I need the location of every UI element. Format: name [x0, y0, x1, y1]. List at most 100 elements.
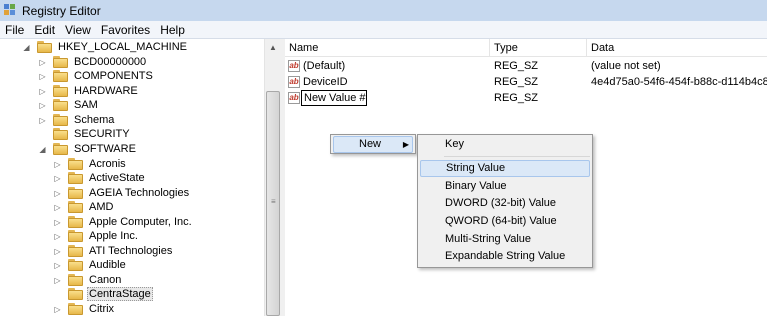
tree-item-label: BCD00000000 [74, 56, 147, 68]
submenu-item-label: Expandable String Value [445, 250, 566, 262]
tree-item-citrix[interactable]: ▷ Citrix [53, 301, 116, 316]
submenu-item-label: Binary Value [445, 180, 507, 192]
submenu-item-label: Key [445, 138, 464, 150]
tree-item-activestate[interactable]: ▷ ActiveState [53, 170, 147, 186]
window-title: Registry Editor [22, 3, 101, 18]
folder-icon [53, 56, 68, 68]
value-name: (Default) [303, 60, 346, 72]
folder-icon [53, 85, 68, 97]
value-type: REG_SZ [494, 76, 539, 88]
new-submenu: Key String Value Binary Value DWORD (32-… [417, 134, 593, 268]
submenu-item-label: String Value [446, 162, 506, 174]
submenu-item-label: DWORD (32-bit) Value [445, 197, 557, 209]
context-menu-new-label: New [359, 138, 382, 150]
expand-arrow-icon[interactable]: ▷ [53, 228, 62, 244]
column-header-data[interactable]: Data [587, 39, 767, 57]
menu-separator [444, 156, 590, 157]
submenu-arrow-icon: ▶ [402, 140, 409, 149]
grip-icon: ≡ [271, 197, 276, 206]
list-row[interactable]: ab (Default) REG_SZ (value not set) [285, 58, 767, 74]
string-value-icon: ab [288, 60, 300, 72]
menu-view[interactable]: View [60, 23, 96, 37]
tree-item-audible[interactable]: ▷ Audible [53, 257, 128, 273]
tree-item-hklm[interactable]: ◢ HKEY_LOCAL_MACHINE [22, 39, 189, 55]
tree-item-amd[interactable]: ▷ AMD [53, 199, 115, 215]
value-name: DeviceID [303, 76, 348, 88]
submenu-multi-string-value[interactable]: Multi-String Value [420, 231, 590, 248]
submenu-item-label: QWORD (64-bit) Value [445, 215, 557, 227]
submenu-qword-value[interactable]: QWORD (64-bit) Value [420, 213, 590, 230]
folder-icon [68, 187, 83, 199]
rename-input[interactable]: New Value #1 [301, 90, 367, 106]
tree-item-software[interactable]: ◢ SOFTWARE [38, 141, 138, 157]
menu-file[interactable]: File [0, 23, 29, 37]
tree-item-label: Apple Inc. [89, 230, 138, 242]
submenu-dword-value[interactable]: DWORD (32-bit) Value [420, 195, 590, 212]
context-menu: New ▶ [330, 134, 416, 154]
expand-arrow-icon[interactable]: ▷ [53, 301, 62, 316]
tree-item-components[interactable]: ▷ COMPONENTS [38, 68, 155, 84]
tree-item-label: AMD [89, 201, 114, 213]
tree-item-label: Acronis [89, 158, 126, 170]
tree-item-label: SAM [74, 99, 98, 111]
submenu-key[interactable]: Key [420, 136, 590, 153]
tree-item-security[interactable]: SECURITY [38, 126, 132, 142]
menu-favorites[interactable]: Favorites [96, 23, 155, 37]
registry-editor-icon [4, 4, 17, 17]
expand-arrow-icon[interactable]: ▷ [38, 68, 47, 84]
folder-icon [68, 259, 83, 271]
tree-item-label: AGEIA Technologies [89, 187, 190, 199]
expand-arrow-icon[interactable]: ▷ [53, 257, 62, 273]
menu-edit[interactable]: Edit [29, 23, 60, 37]
folder-icon [68, 274, 83, 286]
value-data [591, 90, 767, 106]
registry-tree: ◢ HKEY_LOCAL_MACHINE ▷ BCD00000000 ▷ COM… [0, 39, 264, 316]
expand-arrow-icon[interactable]: ▷ [38, 97, 47, 113]
collapse-arrow-icon[interactable]: ◢ [22, 39, 31, 55]
column-header-type[interactable]: Type [490, 39, 587, 57]
menu-bar: File Edit View Favorites Help [0, 21, 767, 39]
folder-icon [68, 158, 83, 170]
column-header-name[interactable]: Name [285, 39, 490, 57]
folder-icon [68, 216, 83, 228]
tree-connector [53, 286, 62, 302]
submenu-expandable-string-value[interactable]: Expandable String Value [420, 248, 590, 265]
submenu-item-label: Multi-String Value [445, 233, 531, 245]
value-data: (value not set) [591, 60, 661, 72]
tree-item-apple-inc[interactable]: ▷ Apple Inc. [53, 228, 140, 244]
tree-item-label: Schema [74, 114, 115, 126]
scrollbar-thumb[interactable]: ≡ [266, 91, 280, 316]
tree-item-label: Citrix [89, 303, 115, 315]
tree-item-label: CentraStage [87, 287, 153, 301]
folder-icon [53, 143, 68, 155]
menu-help[interactable]: Help [155, 23, 190, 37]
tree-item-label: SECURITY [74, 128, 130, 140]
list-header: Name Type Data [285, 39, 767, 57]
tree-item-label: HKEY_LOCAL_MACHINE [58, 41, 187, 53]
tree-item-centrastage[interactable]: CentraStage [53, 286, 153, 302]
tree-item-label: ActiveState [89, 172, 145, 184]
context-menu-new[interactable]: New ▶ [333, 136, 413, 153]
string-value-icon: ab [288, 76, 300, 88]
value-type: REG_SZ [494, 92, 539, 104]
submenu-binary-value[interactable]: Binary Value [420, 178, 590, 195]
folder-icon [68, 245, 83, 257]
title-bar: Registry Editor [0, 0, 767, 21]
expand-arrow-icon[interactable]: ▷ [53, 170, 62, 186]
list-row[interactable]: ab DeviceID REG_SZ 4e4d75a0-54f6-454f-b8… [285, 74, 767, 90]
tree-item-label: COMPONENTS [74, 70, 153, 82]
folder-icon [53, 70, 68, 82]
tree-connector [38, 126, 47, 142]
tree-item-label: ATI Technologies [89, 245, 173, 257]
scroll-up-arrow-icon[interactable]: ▲ [265, 39, 281, 55]
tree-item-label: HARDWARE [74, 85, 138, 97]
collapse-arrow-icon[interactable]: ◢ [38, 141, 47, 157]
expand-arrow-icon[interactable]: ▷ [53, 199, 62, 215]
tree-item-label: SOFTWARE [74, 143, 136, 155]
submenu-string-value[interactable]: String Value [420, 160, 590, 177]
list-row[interactable]: ab New Value #1 REG_SZ [285, 90, 767, 106]
tree-scrollbar[interactable]: ▲ ≡ [264, 39, 281, 316]
tree-item-label: Audible [89, 259, 126, 271]
folder-icon [53, 114, 68, 126]
tree-item-sam[interactable]: ▷ SAM [38, 97, 100, 113]
